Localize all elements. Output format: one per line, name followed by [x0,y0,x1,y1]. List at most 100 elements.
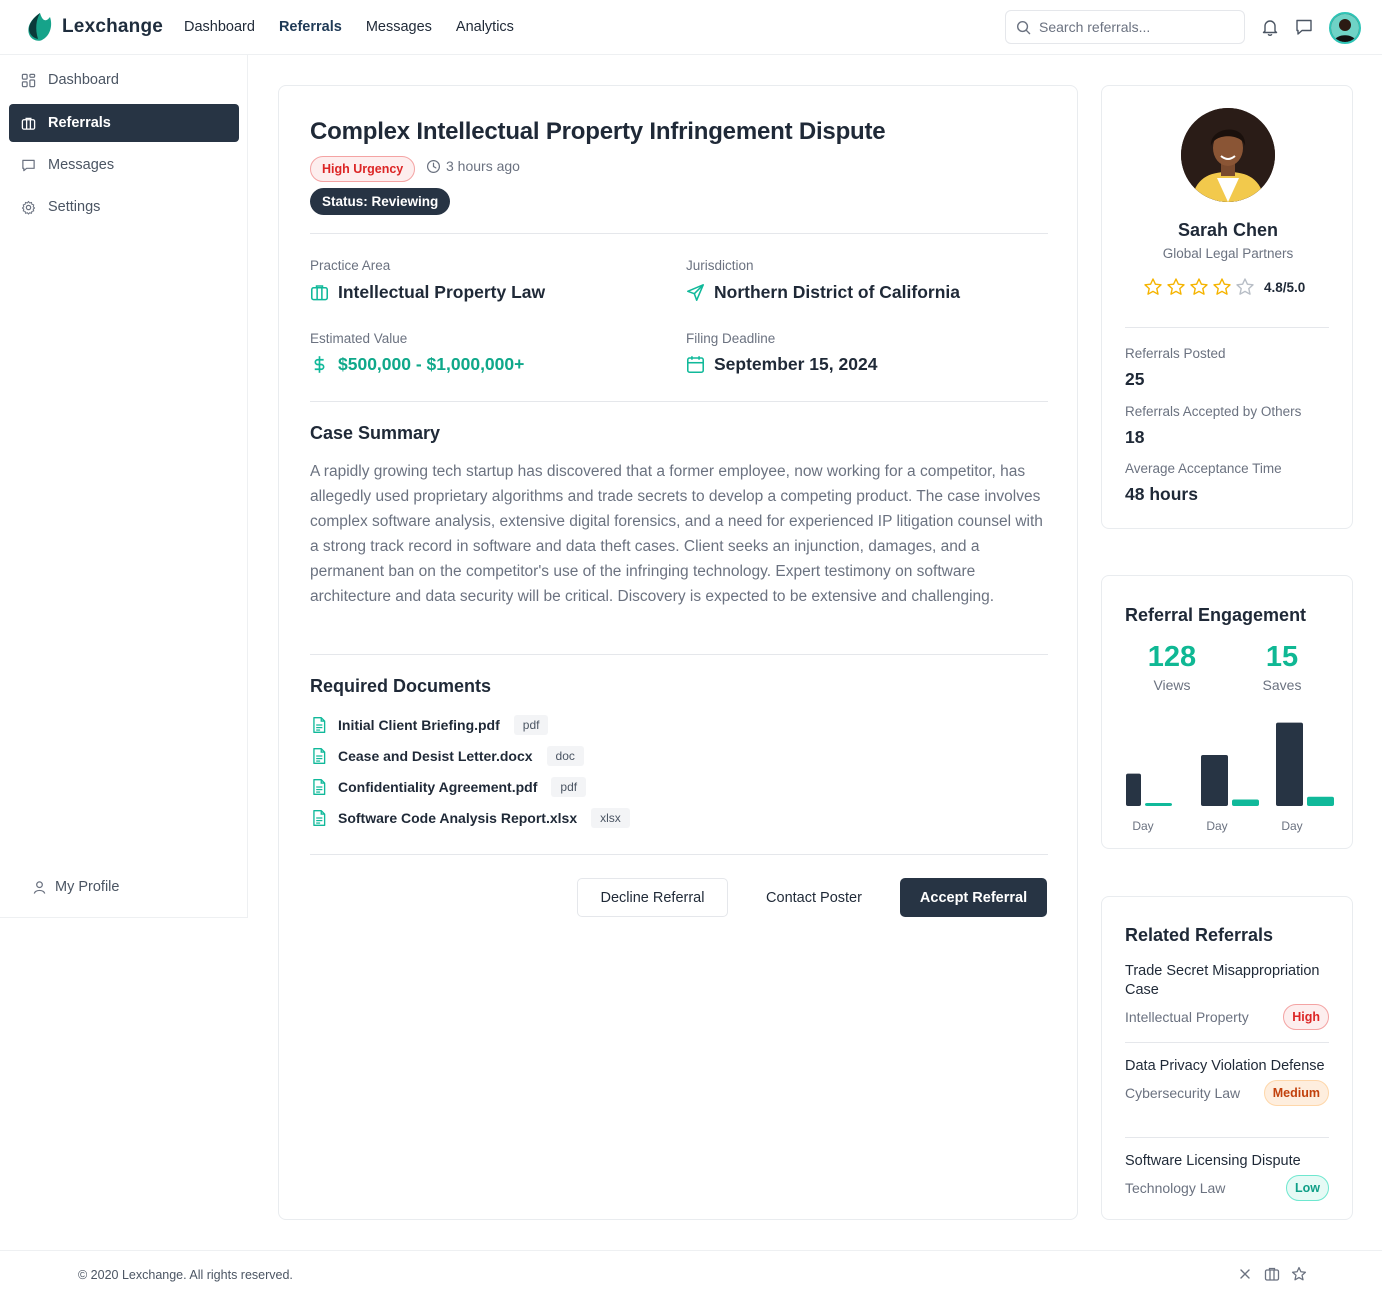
posted-time: 3 hours ago [426,158,520,174]
copyright-text: © 2020 Lexchange. All rights reserved. [78,1268,293,1282]
jurisdiction: Northern District of California [686,282,960,303]
related-item[interactable]: Trade Secret Misappropriation Case Intel… [1125,962,1329,1030]
sidebar-item-label: Dashboard [48,72,119,88]
star-icon[interactable] [1291,1266,1307,1282]
nav-messages[interactable]: Messages [366,19,432,35]
case-summary-text: A rapidly growing tech startup has disco… [310,463,1043,605]
divider [1125,1042,1329,1043]
document-item[interactable]: Confidentiality Agreement.pdf pdf [310,771,630,802]
nav-analytics[interactable]: Analytics [456,19,514,35]
close-icon[interactable] [1237,1266,1253,1282]
stat-value: 48 hours [1125,484,1198,504]
briefcase-icon [21,117,36,130]
user-icon [33,880,46,894]
leaf-logo-icon [28,13,52,41]
clock-icon [426,159,441,173]
sidebar-item-settings[interactable]: Settings [9,188,239,226]
stat-value: 18 [1125,427,1145,447]
star-icon [1167,278,1185,295]
chart-bar-saves [1145,803,1172,806]
grid-icon [21,73,36,87]
divider [310,654,1048,655]
priority-badge: Medium [1263,1080,1329,1106]
stat-label: Referrals Accepted by Others [1125,404,1302,419]
stat-label: Referrals Posted [1125,346,1226,361]
rating-value: 4.8/5.0 [1264,279,1306,295]
nav-dashboard[interactable]: Dashboard [184,19,255,35]
document-type-tag: doc [546,745,584,766]
document-type-tag: pdf [551,776,587,797]
filing-deadline-label: Filing Deadline [686,331,776,346]
engagement-bar-chart: Day Day Day [1126,722,1334,833]
file-icon [313,716,326,733]
search-box [1005,10,1245,44]
practice-area: Intellectual Property Law [310,282,545,303]
related-item-title: Software Licensing Dispute [1125,1153,1301,1169]
my-profile-link[interactable]: My Profile [32,879,119,895]
urgency-badge: High Urgency [310,156,416,182]
contact-poster-button[interactable]: Contact Poster [747,878,881,917]
poster-avatar[interactable] [1181,108,1275,202]
send-icon [687,284,704,301]
app-logo[interactable]: Lexchange [26,12,163,42]
jurisdiction-value: Northern District of California [714,282,960,302]
required-documents-heading: Required Documents [310,676,492,696]
document-type-tag: xlsx [591,807,630,828]
document-name: Software Code Analysis Report.xlsx [338,809,578,826]
related-item-title: Trade Secret Misappropriation Case [1125,963,1320,998]
sidebar-item-messages[interactable]: Messages [9,146,239,184]
top-navbar: Lexchange Dashboard Referrals Messages A… [0,0,1382,55]
sidebar-item-label: Messages [48,157,115,173]
related-item-title: Data Privacy Violation Defense [1125,1058,1325,1074]
bell-icon[interactable] [1260,17,1280,37]
related-item[interactable]: Data Privacy Violation Defense Cybersecu… [1125,1057,1329,1106]
chart-bar-views [1126,773,1141,806]
main-nav: Dashboard Referrals Messages Analytics [184,19,514,35]
sidebar-item-dashboard[interactable]: Dashboard [9,61,239,99]
document-item[interactable]: Software Code Analysis Report.xlsx xlsx [310,802,630,833]
user-avatar[interactable] [1329,12,1361,44]
poster-profile-card: Sarah Chen Global Legal Partners 4.8/5.0… [1101,85,1353,529]
sidebar-item-referrals[interactable]: Referrals [9,104,239,142]
page-title: Complex Intellectual Property Infringeme… [310,118,886,145]
file-icon [313,809,326,826]
document-item[interactable]: Cease and Desist Letter.docx doc [310,740,630,771]
document-list: Initial Client Briefing.pdf pdf Cease and… [310,709,630,833]
related-item[interactable]: Software Licensing Dispute Technology La… [1125,1152,1329,1201]
message-icon [22,159,35,171]
chart-category-label: Day [1132,819,1153,833]
decline-referral-button[interactable]: Decline Referral [577,878,728,917]
chart-bar-saves [1307,796,1334,806]
star-icon [1144,278,1162,295]
practice-area-value: Intellectual Property Law [338,282,546,302]
referral-detail-card: Complex Intellectual Property Infringeme… [278,85,1078,1220]
sidebar-item-label: Settings [48,199,101,215]
case-summary-heading: Case Summary [310,423,441,443]
star-icon [1190,278,1208,295]
filing-deadline: September 15, 2024 [686,354,877,375]
briefcase-icon[interactable] [1264,1266,1280,1282]
sidebar: Dashboard Referrals Messages Settings My… [0,55,248,918]
nav-referrals[interactable]: Referrals [279,19,342,35]
divider [310,854,1048,855]
stat-label: Average Acceptance Time [1125,461,1282,476]
practice-area-label: Practice Area [310,258,391,273]
engagement-card: Referral Engagement 128 Views 15 Saves D… [1101,575,1353,849]
estimated-value-label: Estimated Value [310,331,408,346]
star-empty-icon [1236,278,1254,295]
document-item[interactable]: Initial Client Briefing.pdf pdf [310,709,630,740]
related-item-area: Technology Law [1125,1180,1226,1196]
gear-icon [21,200,36,215]
calendar-icon [687,356,704,373]
status-badge: Status: Reviewing [310,188,451,215]
document-name: Cease and Desist Letter.docx [338,747,533,764]
divider [310,401,1048,402]
estimated-value: $500,000 - $1,000,000+ [310,354,524,375]
related-referrals-card: Related Referrals Trade Secret Misapprop… [1101,896,1353,1220]
divider [1125,1137,1329,1138]
priority-badge: Low [1286,1175,1329,1201]
chat-icon[interactable] [1294,17,1314,37]
search-input[interactable] [1039,19,1229,35]
file-icon [313,778,326,795]
accept-referral-button[interactable]: Accept Referral [900,878,1047,917]
